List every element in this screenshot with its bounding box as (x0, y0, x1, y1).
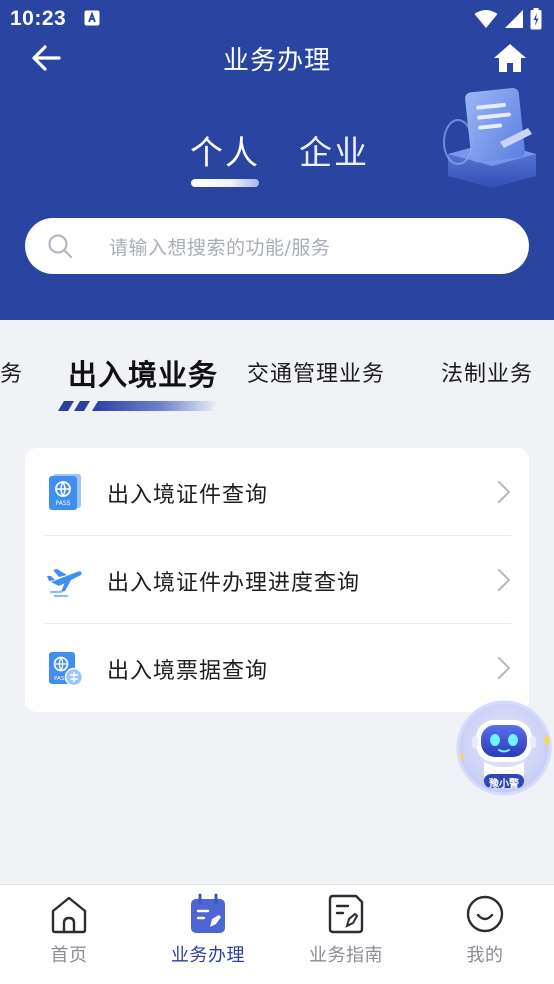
page-title: 业务办理 (222, 46, 331, 76)
signal-icon (505, 10, 523, 28)
service-item-certificate-query[interactable]: PASS 出入境证件查询 (25, 448, 529, 536)
category-tab-business[interactable]: 业务 (0, 356, 22, 388)
calendar-icon (191, 893, 225, 933)
chevron-right-icon (498, 657, 510, 679)
chevron-right-icon (498, 481, 510, 503)
bottom-nav: 首页 业务办理 业务指南 我的 (0, 884, 554, 984)
service-list: PASS 出入境证件查询 出入境证件办理进度查询 PASS 出入境票据查询 (25, 448, 529, 712)
search-icon (48, 234, 73, 259)
type-tabs: 个人 企业 (0, 126, 554, 196)
status-time: 10:23 (10, 7, 67, 30)
assistant-badge-label: 豫小警 (489, 779, 519, 790)
service-item-ticket-query[interactable]: PASS 出入境票据查询 (25, 624, 529, 712)
header: 10:23 业务办理 个人 企业 请输入想搜索的功能/服务 (0, 0, 554, 320)
notification-app-icon (84, 10, 100, 26)
home-button[interactable] (490, 38, 530, 78)
bottom-nav-label: 业务办理 (171, 945, 245, 966)
passport-ticket-icon: PASS (49, 652, 83, 686)
bottom-nav-mine[interactable]: 我的 (416, 885, 554, 984)
search-input[interactable]: 请输入想搜索的功能/服务 (25, 218, 529, 274)
bottom-nav-home[interactable]: 首页 (0, 885, 138, 984)
tab-enterprise[interactable]: 企业 (299, 126, 369, 174)
service-item-progress-query[interactable]: 出入境证件办理进度查询 (25, 536, 529, 624)
battery-icon (530, 8, 542, 30)
bottom-nav-label: 业务指南 (309, 945, 383, 966)
service-label: 出入境证件办理进度查询 (107, 571, 361, 596)
status-icons (474, 8, 542, 30)
bottom-nav-label: 首页 (50, 945, 88, 966)
nav-bar: 业务办理 (0, 36, 554, 80)
smile-icon (466, 895, 504, 933)
bottom-nav-business[interactable]: 业务办理 (139, 885, 277, 984)
wifi-icon (474, 10, 498, 28)
category-tabs: 业务 出入境业务 交通管理业务 法制业务 (0, 320, 554, 420)
document-icon (328, 894, 364, 934)
airplane-icon (47, 569, 82, 598)
category-tab-legal[interactable]: 法制业务 (441, 356, 533, 388)
business-page: 10:23 业务办理 个人 企业 请输入想搜索的功能/服务 务 出入境业务 交通… (0, 0, 554, 984)
category-indicator (58, 401, 218, 411)
category-tab-traffic[interactable]: 交通管理业务 (247, 356, 385, 388)
chevron-right-icon (498, 569, 510, 591)
service-label: 出入境证件查询 (107, 483, 269, 508)
svg-text:PASS: PASS (56, 500, 71, 507)
status-bar: 10:23 (0, 0, 554, 40)
service-label: 出入境票据查询 (107, 659, 269, 684)
search-placeholder: 请输入想搜索的功能/服务 (109, 237, 331, 259)
tab-personal[interactable]: 个人 (190, 126, 260, 174)
bottom-nav-guide[interactable]: 业务指南 (277, 885, 415, 984)
passport-icon: PASS (49, 474, 81, 510)
home-icon (51, 896, 87, 934)
category-tab-exit-entry[interactable]: 出入境业务 (68, 352, 218, 394)
bottom-nav-label: 我的 (466, 945, 504, 966)
tab-indicator (191, 179, 259, 187)
home-icon (494, 44, 526, 72)
